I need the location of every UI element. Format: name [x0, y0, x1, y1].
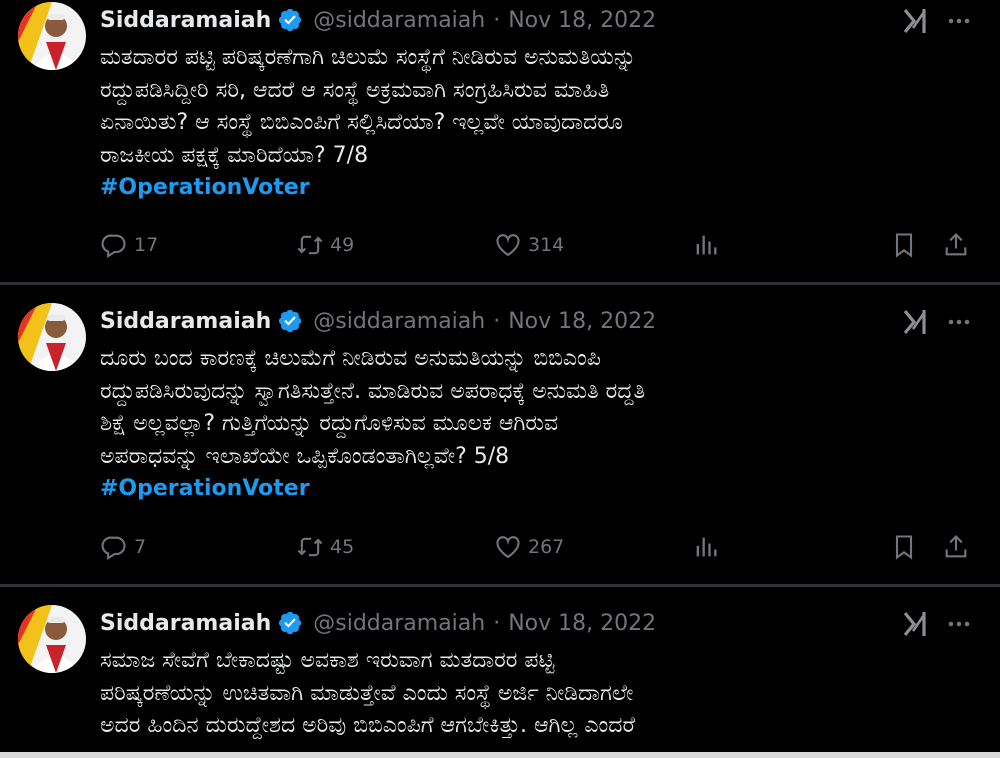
reply-icon [101, 234, 126, 258]
window-bottom-edge [0, 752, 1000, 758]
tweet-text-line: ರದ್ದುಪಡಿಸಿರುವುದನ್ನು ಸ್ವಾಗತಿಸುತ್ತೇನೆ. ಮಾಡ… [100, 378, 646, 404]
user-handle[interactable]: @siddaramaiah [313, 309, 485, 334]
tweet-date[interactable]: Nov 18, 2022 [508, 8, 656, 33]
avatar[interactable] [18, 303, 86, 371]
verified-badge-icon [279, 8, 302, 32]
tweet-date[interactable]: Nov 18, 2022 [508, 309, 656, 334]
reply-count: 17 [134, 234, 159, 256]
like-count: 267 [528, 536, 565, 558]
like-icon [496, 234, 520, 257]
like-button[interactable]: 314 [494, 231, 564, 259]
tweet-date[interactable]: Nov 18, 2022 [508, 611, 656, 636]
like-button[interactable]: 267 [494, 533, 564, 561]
tweet-text-line: ರಾಜಕೀಯ ಪಕ್ಷಕ್ಕೆ ಮಾರಿದೆಯಾ? 7/8 [100, 142, 369, 168]
display-name[interactable]: Siddaramaiah [100, 8, 271, 33]
reply-icon [101, 536, 126, 560]
tweet-text: ಮತದಾರರ ಪಟ್ಟಿ ಪರಿಷ್ಕರಣೆಗಾಗಿ ಚಿಲುಮೆ ಸಂಸ್ಥೆ… [100, 42, 970, 205]
grok-icon[interactable] [900, 609, 930, 639]
bookmark-button[interactable] [890, 533, 924, 561]
share-button[interactable] [942, 231, 976, 259]
verified-badge-icon [279, 309, 302, 333]
tweet-text: ದೂರು ಬಂದ ಕಾರಣಕ್ಕೆ ಚಿಲುಮೆಗೆ ನೀಡಿರುವ ಅನುಮತ… [100, 343, 970, 506]
hashtag-link[interactable]: #OperationVoter [100, 473, 970, 506]
like-count: 314 [528, 234, 565, 256]
reply-button[interactable]: 17 [100, 231, 158, 259]
more-icon[interactable] [944, 307, 974, 337]
separator-dot: · [493, 610, 501, 636]
bookmark-icon [895, 233, 913, 258]
hashtag-link[interactable]: #OperationVoter [100, 172, 970, 205]
tweet-header: Siddaramaiah @siddaramaiah · Nov 18, 202… [100, 607, 656, 639]
reply-count: 7 [134, 536, 147, 558]
tweet[interactable]: Siddaramaiah @siddaramaiah · Nov 18, 202… [0, 0, 1000, 282]
grok-icon[interactable] [900, 6, 930, 36]
tweet-text-line: ದೂರು ಬಂದ ಕಾರಣಕ್ಕೆ ಚಿಲುಮೆಗೆ ನೀಡಿರುವ ಅನುಮತ… [100, 346, 601, 371]
reply-button[interactable]: 7 [100, 533, 146, 561]
views-icon [696, 235, 717, 255]
share-icon [945, 233, 967, 256]
grok-icon[interactable] [900, 307, 930, 337]
retweet-count: 45 [330, 536, 355, 558]
separator-dot: · [493, 7, 501, 33]
like-icon [496, 536, 520, 559]
retweet-icon [297, 235, 323, 255]
more-icon[interactable] [944, 6, 974, 36]
tweet-actions: 17 49 314 [100, 231, 980, 261]
retweet-count: 49 [330, 234, 355, 256]
tweet-header: Siddaramaiah @siddaramaiah · Nov 18, 202… [100, 305, 656, 337]
views-icon [696, 537, 717, 557]
tweet[interactable]: Siddaramaiah @siddaramaiah · Nov 18, 202… [0, 285, 1000, 584]
retweet-button[interactable]: 45 [296, 533, 354, 561]
tweet-text: ಸಮಾಜ ಸೇವೆಗೆ ಬೇಕಾದಷ್ಟು ಅವಕಾಶ ಇರುವಾಗ ಮತದಾರ… [100, 645, 970, 743]
tweet[interactable]: Siddaramaiah @siddaramaiah · Nov 18, 202… [0, 587, 1000, 752]
display-name[interactable]: Siddaramaiah [100, 611, 271, 636]
bookmark-icon [895, 535, 913, 560]
tweet-text-line: ಪರಿಷ್ಕರಣೆಯನ್ನು ಉಚಿತವಾಗಿ ಮಾಡುತ್ತೇವೆ ಎಂದು … [100, 680, 634, 706]
retweet-icon [297, 537, 323, 557]
bookmark-button[interactable] [890, 231, 924, 259]
share-button[interactable] [942, 533, 976, 561]
tweet-text-line: ಏನಾಯಿತು? ಆ ಸಂಸ್ಥೆ ಬಿಬಿಎಂಪಿಗೆ ಸಲ್ಲಿಸಿದೆಯಾ… [100, 110, 623, 135]
tweet-text-line: ಅದರ ಹಿಂದಿನ ದುರುದ್ದೇಶದ ಅರಿವು ಬಿಬಿಎಂಪಿಗೆ ಆ… [100, 713, 636, 738]
avatar[interactable] [18, 605, 86, 673]
views-button[interactable] [692, 533, 726, 561]
user-handle[interactable]: @siddaramaiah [313, 611, 485, 636]
retweet-button[interactable]: 49 [296, 231, 354, 259]
display-name[interactable]: Siddaramaiah [100, 309, 271, 334]
verified-badge-icon [279, 611, 302, 635]
tweet-text-line: ಶಿಕ್ಷೆ ಅಲ್ಲವಲ್ಲಾ? ಗುತ್ತಿಗೆಯನ್ನು ರದ್ದುಗೊಳ… [100, 411, 559, 436]
tweet-text-line: ಅಪರಾಧವನ್ನು ಇಲಾಖೆಯೇ ಒಪ್ಪಿಕೊಂಡಂತಾಗಿಲ್ಲವೇ? … [100, 443, 510, 469]
tweet-text-line: ಸಮಾಜ ಸೇವೆಗೆ ಬೇಕಾದಷ್ಟು ಅವಕಾಶ ಇರುವಾಗ ಮತದಾರ… [100, 648, 555, 673]
user-handle[interactable]: @siddaramaiah [313, 8, 485, 33]
tweet-text-line: ರದ್ದುಪಡಿಸಿದ್ದೀರಿ ಸರಿ, ಆದರೆ ಆ ಸಂಸ್ಥೆ ಅಕ್ರ… [100, 77, 610, 103]
avatar[interactable] [18, 2, 86, 70]
more-icon[interactable] [944, 609, 974, 639]
separator-dot: · [493, 308, 501, 334]
tweet-actions: 7 45 267 [100, 533, 980, 563]
views-button[interactable] [692, 231, 726, 259]
tweet-header: Siddaramaiah @siddaramaiah · Nov 18, 202… [100, 4, 656, 36]
share-icon [945, 535, 967, 558]
tweet-text-line: ಮತದಾರರ ಪಟ್ಟಿ ಪರಿಷ್ಕರಣೆಗಾಗಿ ಚಿಲುಮೆ ಸಂಸ್ಥೆ… [100, 45, 637, 70]
